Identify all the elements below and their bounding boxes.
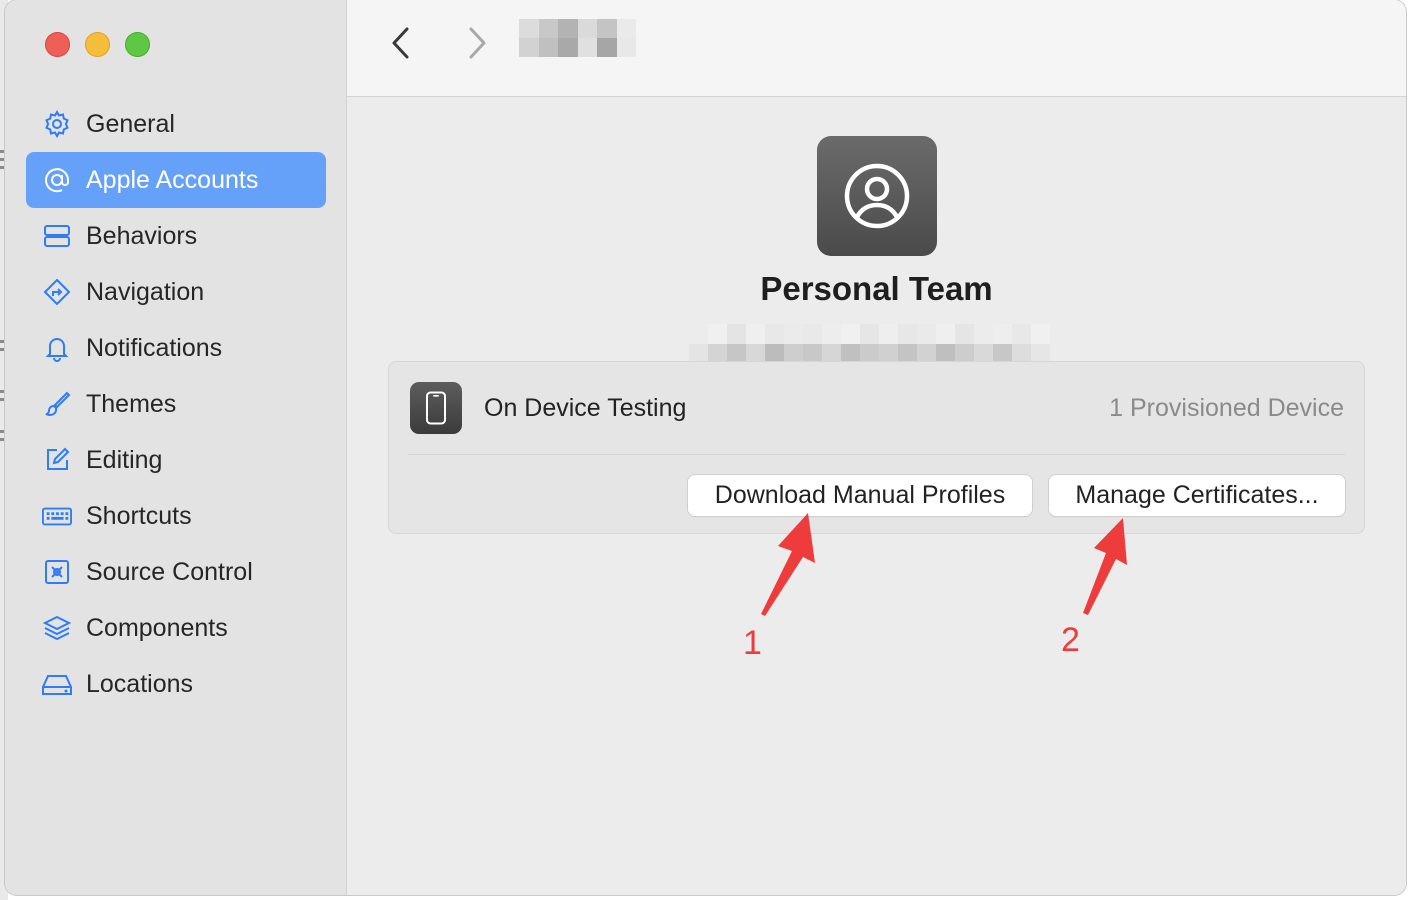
close-button[interactable] (45, 32, 70, 57)
sidebar-item-components[interactable]: Components (26, 600, 326, 656)
layers-icon (42, 613, 72, 643)
bell-icon (42, 333, 72, 363)
behaviors-icon (42, 221, 72, 251)
annotation-arrow-1 (761, 513, 815, 616)
chevron-right-icon (469, 27, 486, 59)
annotation-number-1: 1 (743, 624, 762, 662)
chevron-left-icon (392, 27, 409, 59)
gear-icon (42, 109, 72, 139)
sidebar-item-navigation[interactable]: Navigation (26, 264, 326, 320)
manage-certificates-button[interactable]: Manage Certificates... (1049, 475, 1345, 516)
sidebar-item-label: Themes (86, 389, 177, 418)
main-content: Personal Team On Device Testing 1 Provis… (347, 0, 1406, 895)
forward-button[interactable] (461, 26, 491, 60)
sidebar-item-source-control[interactable]: Source Control (26, 544, 326, 600)
source-control-icon (42, 557, 72, 587)
sidebar-item-label: Navigation (86, 277, 205, 306)
drive-icon (42, 669, 72, 699)
on-device-testing-panel: On Device Testing 1 Provisioned Device D… (388, 361, 1365, 534)
sidebar-item-label: Source Control (86, 557, 253, 586)
settings-window: General Apple Accounts Behaviors Navigat… (5, 0, 1406, 895)
sidebar-item-label: Behaviors (86, 221, 198, 250)
sidebar-item-label: Editing (86, 445, 163, 474)
traffic-lights (45, 32, 150, 57)
annotation-number-2: 2 (1061, 621, 1080, 659)
sidebar-item-shortcuts[interactable]: Shortcuts (26, 488, 326, 544)
sidebar-item-label: General (86, 109, 175, 138)
panel-divider (408, 454, 1345, 455)
download-manual-profiles-button[interactable]: Download Manual Profiles (688, 475, 1032, 516)
sidebar: General Apple Accounts Behaviors Navigat… (5, 0, 347, 895)
person-circle-icon (844, 163, 910, 229)
zoom-button[interactable] (125, 32, 150, 57)
redacted-account-name (519, 19, 636, 57)
sidebar-item-editing[interactable]: Editing (26, 432, 326, 488)
team-avatar (817, 136, 937, 256)
navigation-icon (42, 277, 72, 307)
sidebar-item-label: Shortcuts (86, 501, 192, 530)
sidebar-item-notifications[interactable]: Notifications (26, 320, 326, 376)
on-device-testing-label: On Device Testing (484, 394, 687, 422)
keyboard-icon (42, 501, 72, 531)
paintbrush-icon (42, 389, 72, 419)
sidebar-item-label: Apple Accounts (86, 165, 259, 194)
iphone-icon (410, 382, 462, 434)
back-button[interactable] (387, 26, 417, 60)
minimize-button[interactable] (85, 32, 110, 57)
sidebar-item-label: Locations (86, 669, 194, 698)
annotation-arrow-2 (1083, 518, 1127, 615)
redacted-team-id (689, 324, 1067, 364)
sidebar-item-behaviors[interactable]: Behaviors (26, 208, 326, 264)
sidebar-item-themes[interactable]: Themes (26, 376, 326, 432)
sidebar-item-general[interactable]: General (26, 96, 326, 152)
sidebar-item-locations[interactable]: Locations (26, 656, 326, 712)
provisioned-device-count: 1 Provisioned Device (1109, 394, 1344, 422)
edit-icon (42, 445, 72, 475)
at-icon (42, 165, 72, 195)
toolbar (347, 0, 1406, 97)
sidebar-item-label: Components (86, 613, 228, 642)
team-name: Personal Team (760, 270, 993, 307)
sidebar-item-label: Notifications (86, 333, 223, 362)
sidebar-nav: General Apple Accounts Behaviors Navigat… (26, 96, 326, 712)
sidebar-item-apple-accounts[interactable]: Apple Accounts (26, 152, 326, 208)
